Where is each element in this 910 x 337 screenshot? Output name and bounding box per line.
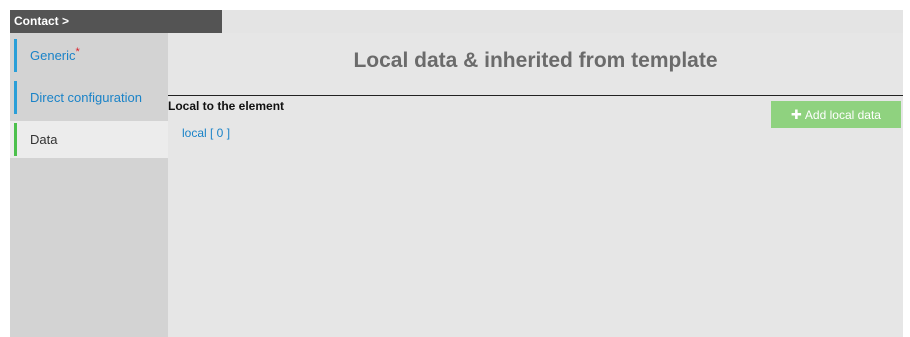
add-local-data-button[interactable]: ✚ Add local data	[771, 101, 901, 128]
sidebar-item-label: Direct configuration	[30, 90, 142, 105]
sidebar-item-direct-configuration[interactable]: Direct configuration	[10, 79, 168, 116]
tab-marker-active	[14, 123, 17, 156]
breadcrumb[interactable]: Contact >	[10, 10, 222, 33]
plus-icon: ✚	[791, 107, 802, 122]
contact-panel: Contact > Generic* Direct configuration …	[10, 10, 903, 337]
tab-marker	[14, 39, 17, 72]
page-title: Local data & inherited from template	[353, 49, 718, 72]
tab-marker	[14, 81, 17, 114]
add-local-data-label: Add local data	[804, 108, 881, 122]
local-data-link[interactable]: local [ 0 ]	[182, 126, 230, 140]
divider	[168, 95, 903, 96]
section-heading: Local to the element	[168, 99, 285, 113]
main-content: Local data & inherited from template Loc…	[168, 33, 903, 337]
required-asterisk: *	[75, 46, 80, 58]
sidebar-item-data[interactable]: Data	[10, 121, 168, 158]
breadcrumb-bar: Contact >	[10, 10, 903, 33]
sidebar-item-label: Data	[30, 132, 58, 147]
sidebar-item-label: Generic	[30, 48, 76, 63]
sidebar: Generic* Direct configuration Data	[10, 33, 168, 337]
sidebar-item-generic[interactable]: Generic*	[10, 37, 168, 74]
